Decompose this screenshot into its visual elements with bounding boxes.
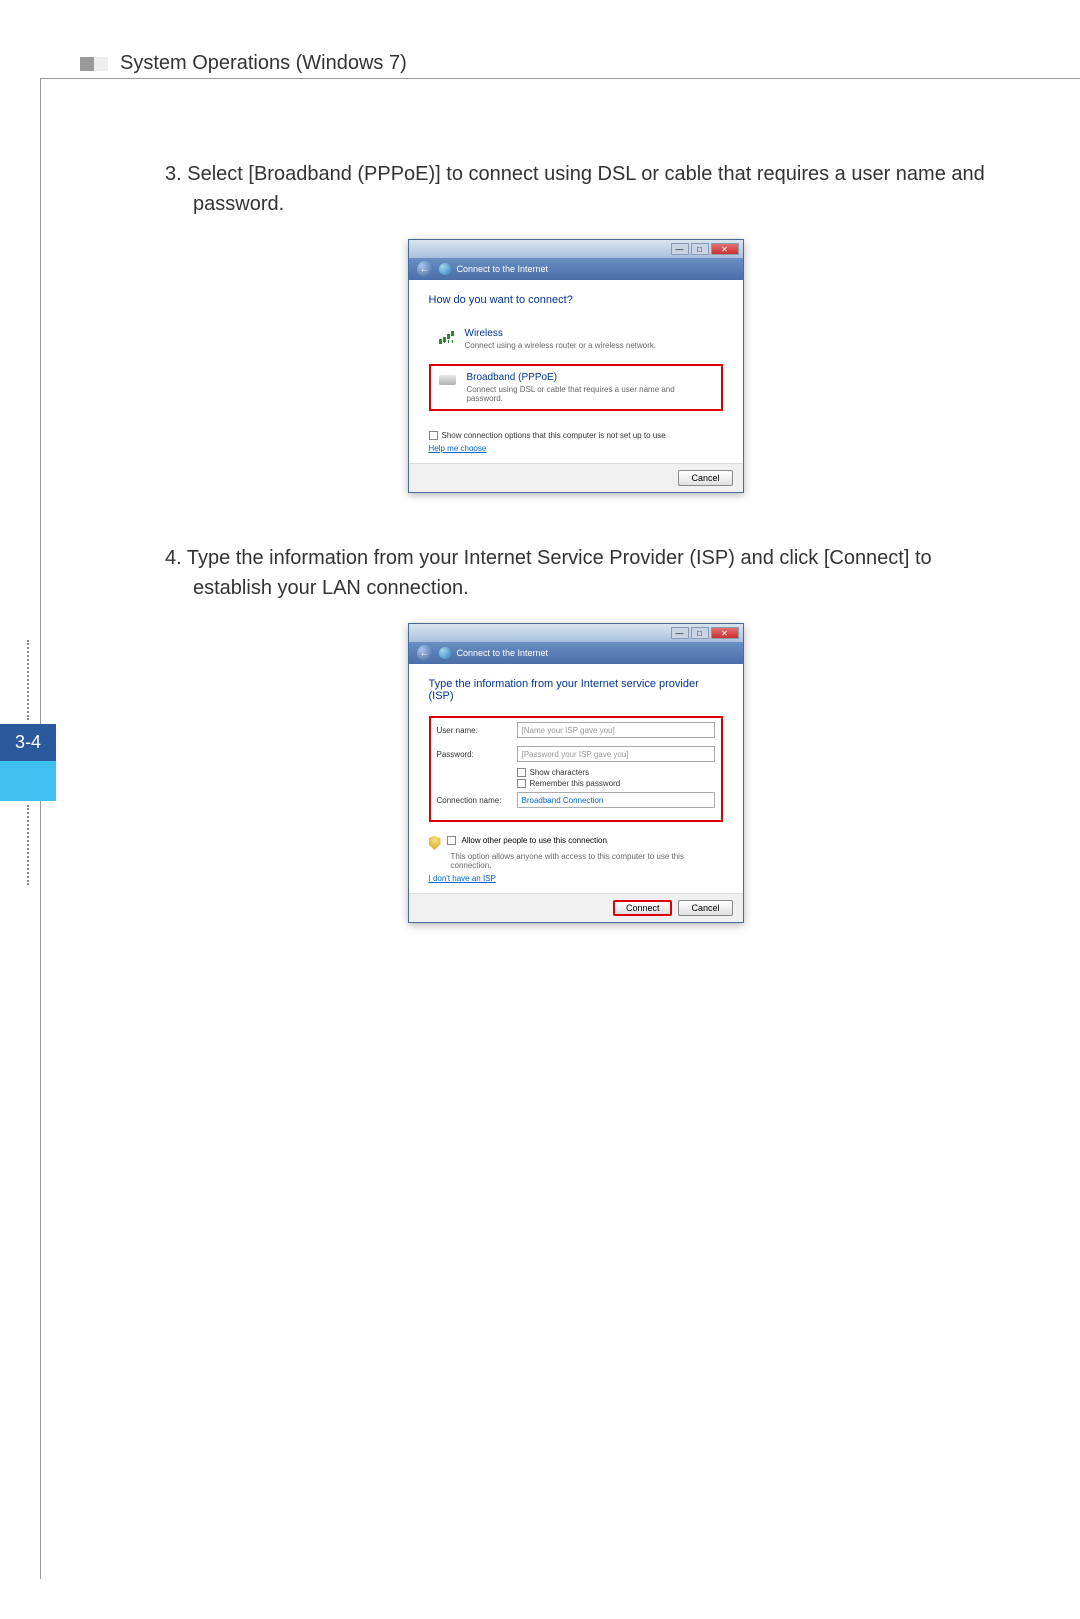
breadcrumb: ← Connect to the Internet xyxy=(409,258,743,280)
remember-label: Remember this password xyxy=(530,779,621,788)
step-4-text: 4. Type the information from your Intern… xyxy=(193,543,1010,603)
tab-accent xyxy=(0,761,56,801)
screenshot-1: — □ ✕ ← Connect to the Internet How do y… xyxy=(408,239,744,493)
cancel-button[interactable]: Cancel xyxy=(678,900,732,916)
header-marker-icon xyxy=(80,57,108,71)
dotted-line-icon xyxy=(27,640,29,720)
checkbox-icon[interactable] xyxy=(447,836,456,845)
header-title: System Operations (Windows 7) xyxy=(120,52,407,75)
dialog-footer: Connect Cancel xyxy=(409,893,743,922)
password-row: Password: [Password your ISP gave you] xyxy=(437,746,715,762)
maximize-icon[interactable]: □ xyxy=(691,243,709,255)
dialog-body: How do you want to connect? Wireless Con… xyxy=(409,280,743,463)
username-label: User name: xyxy=(437,726,517,735)
dialog-isp-info: — □ ✕ ← Connect to the Internet Type the… xyxy=(408,623,744,923)
username-input[interactable]: [Name your ISP gave you] xyxy=(517,722,715,738)
dialog-footer: Cancel xyxy=(409,463,743,492)
connect-button[interactable]: Connect xyxy=(613,900,673,916)
globe-icon xyxy=(439,647,451,659)
breadcrumb-text: Connect to the Internet xyxy=(457,648,549,658)
show-options-label: Show connection options that this comput… xyxy=(442,431,666,440)
form-highlight: User name: [Name your ISP gave you] Pass… xyxy=(429,716,723,822)
close-icon[interactable]: ✕ xyxy=(711,627,739,639)
wifi-icon xyxy=(439,328,455,344)
show-chars-label: Show characters xyxy=(530,768,590,777)
connection-name-row: Connection name: Broadband Connection xyxy=(437,792,715,808)
option-wireless[interactable]: Wireless Connect using a wireless router… xyxy=(429,320,723,358)
username-row: User name: [Name your ISP gave you] xyxy=(437,722,715,738)
password-label: Password: xyxy=(437,750,517,759)
globe-icon xyxy=(439,263,451,275)
screenshot-2: — □ ✕ ← Connect to the Internet Type the… xyxy=(408,623,744,923)
option-broadband-title: Broadband (PPPoE) xyxy=(466,372,712,383)
minimize-icon[interactable]: — xyxy=(671,627,689,639)
checkbox-icon[interactable] xyxy=(517,768,526,777)
dialog-connect-options: — □ ✕ ← Connect to the Internet How do y… xyxy=(408,239,744,493)
back-icon[interactable]: ← xyxy=(417,261,433,277)
titlebar: — □ ✕ xyxy=(409,240,743,258)
dotted-line-icon xyxy=(27,805,29,885)
option-wireless-desc: Connect using a wireless router or a wir… xyxy=(465,341,657,350)
allow-row[interactable]: Allow other people to use this connectio… xyxy=(429,836,723,850)
content-area: 3. Select [Broadband (PPPoE)] to connect… xyxy=(41,79,1080,923)
connection-name-input[interactable]: Broadband Connection xyxy=(517,792,715,808)
remember-row[interactable]: Remember this password xyxy=(517,779,715,788)
breadcrumb-text: Connect to the Internet xyxy=(457,264,549,274)
modem-icon xyxy=(439,375,457,385)
page-header: System Operations (Windows 7) xyxy=(80,52,407,75)
show-chars-row[interactable]: Show characters xyxy=(517,768,715,777)
no-isp-link[interactable]: I don't have an ISP xyxy=(429,874,496,883)
connection-name-label: Connection name: xyxy=(437,796,517,805)
step-3-text: 3. Select [Broadband (PPPoE)] to connect… xyxy=(193,159,1010,219)
step-4: 4. Type the information from your Intern… xyxy=(141,543,1010,923)
side-tab: 3-4 xyxy=(0,640,56,885)
option-broadband[interactable]: Broadband (PPPoE) Connect using DSL or c… xyxy=(429,364,723,411)
checkbox-icon[interactable] xyxy=(429,431,438,440)
back-icon[interactable]: ← xyxy=(417,645,433,661)
maximize-icon[interactable]: □ xyxy=(691,627,709,639)
page-number: 3-4 xyxy=(0,724,56,761)
minimize-icon[interactable]: — xyxy=(671,243,689,255)
allow-label: Allow other people to use this connectio… xyxy=(462,836,607,845)
help-link[interactable]: Help me choose xyxy=(429,444,487,453)
page-frame: 3. Select [Broadband (PPPoE)] to connect… xyxy=(40,78,1080,1579)
shield-icon xyxy=(429,836,441,850)
allow-desc: This option allows anyone with access to… xyxy=(451,852,723,870)
password-input[interactable]: [Password your ISP gave you] xyxy=(517,746,715,762)
show-options-row[interactable]: Show connection options that this comput… xyxy=(429,431,723,440)
option-broadband-desc: Connect using DSL or cable that requires… xyxy=(466,385,712,403)
checkbox-icon[interactable] xyxy=(517,779,526,788)
breadcrumb: ← Connect to the Internet xyxy=(409,642,743,664)
close-icon[interactable]: ✕ xyxy=(711,243,739,255)
cancel-button[interactable]: Cancel xyxy=(678,470,732,486)
dialog-heading: How do you want to connect? xyxy=(429,294,723,306)
titlebar: — □ ✕ xyxy=(409,624,743,642)
option-wireless-title: Wireless xyxy=(465,328,657,339)
dialog-body: Type the information from your Internet … xyxy=(409,664,743,893)
step-3: 3. Select [Broadband (PPPoE)] to connect… xyxy=(141,159,1010,493)
dialog-heading: Type the information from your Internet … xyxy=(429,678,723,702)
